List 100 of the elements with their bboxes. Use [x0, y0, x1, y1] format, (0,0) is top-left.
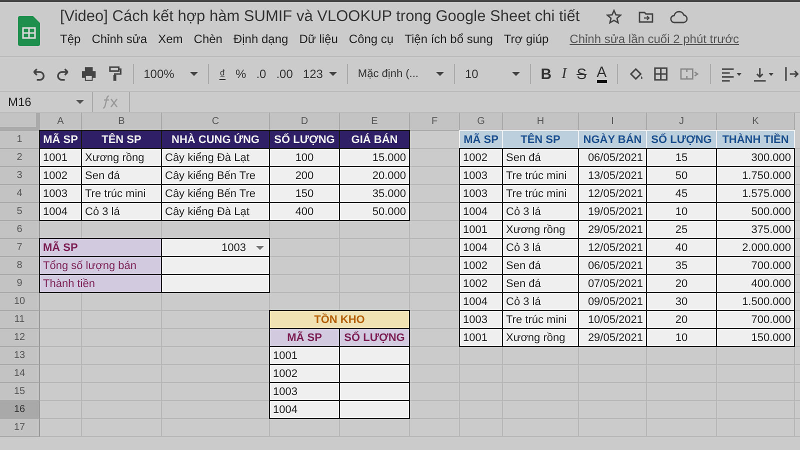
column-header[interactable]: C	[162, 113, 270, 131]
caret-icon	[328, 72, 337, 76]
table-cell: 1004	[459, 292, 503, 311]
column-header[interactable]: B	[82, 113, 162, 131]
row-header[interactable]: 1	[0, 131, 40, 149]
table-cell: 12/05/2021	[578, 238, 647, 257]
row-header[interactable]: 12	[0, 329, 40, 347]
font-select[interactable]: Mặc định (...	[358, 68, 444, 80]
menu-item[interactable]: Định dạng	[233, 32, 288, 46]
row-header[interactable]: 17	[0, 419, 40, 437]
row-header[interactable]: 8	[0, 257, 40, 275]
table-cell: 10	[646, 202, 717, 221]
currency-format-button[interactable]: ₫	[219, 67, 226, 81]
row-header[interactable]: 7	[0, 239, 40, 257]
menu-item[interactable]: Tiện ích bổ sung	[404, 32, 493, 46]
menu-item[interactable]: Dữ liệu	[299, 32, 338, 46]
table-cell: 06/05/2021	[578, 256, 647, 275]
font-size-select[interactable]: 10	[464, 67, 520, 81]
column-header[interactable]: E	[340, 113, 410, 131]
percent-format-button[interactable]: %	[236, 67, 246, 81]
menu-item[interactable]: Tệp	[60, 32, 81, 46]
table-cell: 375.000	[716, 220, 795, 239]
row-header[interactable]: 5	[0, 203, 40, 221]
sheets-logo-icon[interactable]	[18, 16, 40, 46]
row-header[interactable]: 9	[0, 275, 40, 293]
table-cell: 300.000	[716, 148, 795, 167]
row-header[interactable]: 4	[0, 185, 40, 203]
fill-color-icon[interactable]	[628, 66, 644, 82]
zoom-select[interactable]: 100%	[144, 67, 198, 81]
table-cell: Cỏ 3 lá	[502, 238, 579, 257]
menu-item[interactable]: Trợ giúp	[504, 32, 549, 46]
table-cell: 10	[646, 328, 717, 347]
row-header[interactable]: 13	[0, 347, 40, 365]
document-title[interactable]: [Video] Cách kết hợp hàm SUMIF và VLOOKUP trong Google Sheet chi tiết	[60, 8, 580, 26]
decrease-decimals-button[interactable]: .0	[256, 67, 266, 81]
vertical-align-icon[interactable]	[752, 66, 774, 82]
table-cell: 700.000	[716, 310, 795, 329]
dropdown-cell[interactable]: 1003	[161, 238, 270, 257]
row-header[interactable]: 11	[0, 311, 40, 329]
row-header[interactable]: 16	[0, 401, 40, 419]
paint-format-icon[interactable]	[106, 66, 123, 82]
last-edit-link[interactable]: Chỉnh sửa lần cuối 2 phút trước	[570, 32, 740, 46]
print-icon[interactable]	[81, 66, 97, 82]
label-cell: MÃ SP	[39, 238, 162, 257]
table-title: TỒN KHO	[269, 310, 410, 329]
column-header[interactable]: F	[410, 113, 460, 131]
table-cell: 100	[269, 148, 340, 167]
merge-cells-icon[interactable]	[678, 66, 700, 82]
more-formats-select[interactable]: 123	[302, 67, 337, 81]
table-cell: 06/05/2021	[578, 148, 647, 167]
column-header[interactable]: J	[647, 113, 717, 131]
column-heading: MÃ SP	[39, 130, 82, 149]
column-header[interactable]: A	[40, 113, 82, 131]
row-header[interactable]: 14	[0, 365, 40, 383]
column-header[interactable]: K	[717, 113, 795, 131]
table-cell: 20	[646, 310, 717, 329]
strikethrough-button[interactable]: S	[576, 66, 587, 82]
table-cell	[339, 364, 410, 383]
table-cell: 15.000	[339, 148, 410, 167]
column-header[interactable]: I	[579, 113, 647, 131]
folder-icon[interactable]	[638, 9, 654, 25]
align-left-icon[interactable]	[721, 66, 743, 82]
table-cell: 19/05/2021	[578, 202, 647, 221]
menu-item[interactable]: Chèn	[194, 32, 222, 46]
row-header[interactable]: 10	[0, 293, 40, 311]
table-cell: 1002	[459, 256, 503, 275]
table-cell: 29/05/2021	[578, 328, 647, 347]
table-cell: 1004	[39, 202, 82, 221]
column-header[interactable]: H	[503, 113, 579, 131]
table-cell: Xương rồng	[502, 220, 579, 239]
table-cell: 1001	[459, 220, 503, 239]
bold-button[interactable]: B	[540, 66, 552, 82]
row-header[interactable]: 6	[0, 221, 40, 239]
name-box[interactable]: M16	[0, 92, 93, 112]
menu-item[interactable]: Chỉnh sửa	[92, 32, 148, 46]
table-cell	[339, 400, 410, 419]
menu-item[interactable]: Công cụ	[348, 32, 394, 46]
table-cell: Cỏ 3 lá	[81, 202, 162, 221]
column-heading: NGÀY BÁN	[578, 130, 647, 149]
table-cell: 700.000	[716, 256, 795, 275]
row-header[interactable]: 3	[0, 167, 40, 185]
column-header[interactable]: G	[460, 113, 503, 131]
italic-button[interactable]: I	[562, 66, 567, 82]
menu-item[interactable]: Xem	[158, 32, 183, 46]
table-cell: 25	[646, 220, 717, 239]
text-wrap-icon[interactable]	[784, 66, 800, 82]
column-header[interactable]: D	[270, 113, 340, 131]
borders-icon[interactable]	[653, 66, 669, 82]
redo-icon[interactable]	[56, 66, 72, 82]
row-header[interactable]: 2	[0, 149, 40, 167]
table-cell: 20	[646, 274, 717, 293]
table-cell: Xương rồng	[502, 328, 579, 347]
increase-decimals-button[interactable]: .00	[276, 67, 293, 81]
row-header[interactable]: 15	[0, 383, 40, 401]
text-color-button[interactable]: A	[596, 65, 607, 83]
cloud-icon[interactable]	[670, 10, 688, 24]
table-cell: Cây kiểng Đà Lạt	[161, 148, 270, 167]
star-icon[interactable]	[606, 9, 622, 25]
table-cell: 1003	[459, 310, 503, 329]
table-cell: 1001	[39, 148, 82, 167]
